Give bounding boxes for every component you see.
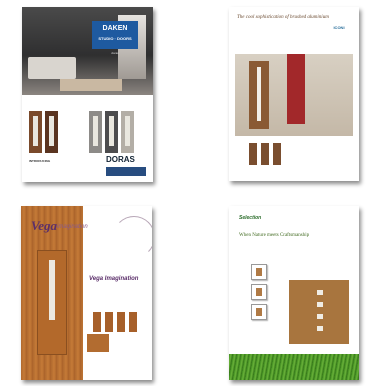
brochure-page-2[interactable]: The cool sophistication of brushed alumi… <box>229 7 359 181</box>
headline: Vega Imagination <box>89 276 139 282</box>
swatch-thumb <box>251 264 267 280</box>
door-thumb <box>261 143 269 165</box>
contact-panel <box>106 167 146 176</box>
door-thumb <box>45 111 58 153</box>
grass-image <box>229 354 359 380</box>
door-thumb <box>249 143 257 165</box>
imagination-label: imagination <box>57 224 88 230</box>
door-thumb <box>129 312 137 332</box>
daken-logo: DAKEN STUDIO · DOORS <box>92 21 138 49</box>
door-thumb <box>105 312 113 332</box>
logo-tagline: doras <box>111 51 119 55</box>
door-thumb <box>117 312 125 332</box>
featured-door <box>37 250 67 355</box>
red-wall <box>287 54 305 124</box>
intro-text: INTRODUCING <box>29 159 51 163</box>
interior-photo: DAKEN STUDIO · DOORS doras <box>22 7 153 95</box>
wood-sample <box>87 334 109 352</box>
door-thumb <box>121 111 134 153</box>
page-header: Vega imagination <box>25 210 152 240</box>
brochure-page-3[interactable]: Vega imagination Vega Imagination <box>21 206 152 380</box>
doras-logo: DORAS <box>106 155 135 164</box>
door-thumb <box>105 111 118 153</box>
door-thumb <box>29 111 42 153</box>
swirl-decoration <box>113 216 152 258</box>
door-thumb <box>273 143 281 165</box>
swatch-thumb <box>251 304 267 320</box>
brochure-page-1[interactable]: DAKEN STUDIO · DOORS doras INTRODUCING D… <box>22 7 153 182</box>
featured-door <box>249 61 269 129</box>
page-title: The cool sophistication of brushed alumi… <box>237 15 329 20</box>
door-thumb <box>93 312 101 332</box>
door-panel <box>289 280 349 344</box>
iconi-logo: ICONI <box>333 25 345 30</box>
swatch-thumb <box>251 284 267 300</box>
sofa-image <box>28 57 76 79</box>
page-subtitle: When Nature meets Craftsmanship <box>239 233 310 238</box>
vega-logo: Vega <box>31 218 57 233</box>
rug-image <box>60 79 122 91</box>
door-thumb <box>89 111 102 153</box>
selection-header: Selection <box>239 215 262 221</box>
brochure-page-4[interactable]: Selection When Nature meets Craftsmanshi… <box>229 206 359 380</box>
